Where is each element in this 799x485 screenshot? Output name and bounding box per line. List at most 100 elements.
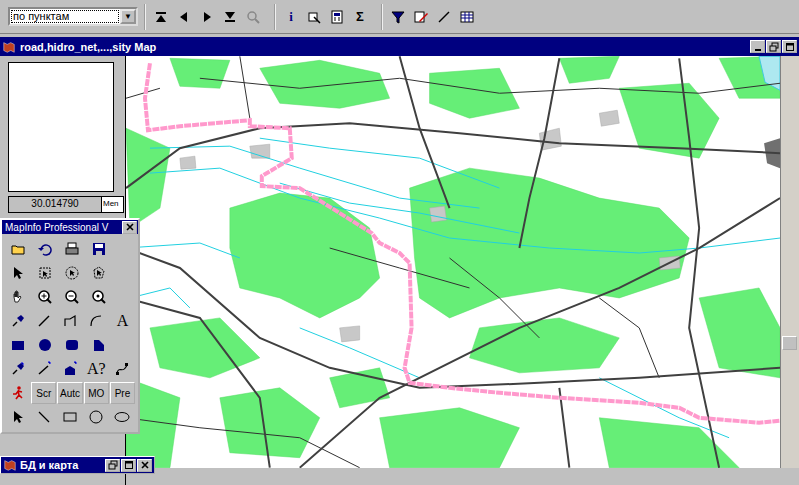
boundary-select-button[interactable]: [86, 262, 112, 284]
zoom-out-button[interactable]: [59, 286, 85, 308]
scr-button[interactable]: Scr: [31, 382, 56, 404]
change-view-button[interactable]: [86, 286, 112, 308]
next-record-icon: [199, 9, 215, 25]
symbol-query-icon: [10, 361, 26, 377]
select-button[interactable]: [5, 262, 31, 284]
tools-group: iΣ: [274, 4, 375, 30]
table-icon: [459, 9, 475, 25]
palette-title: MapInfo Professional V: [5, 222, 122, 233]
marquee-select-button[interactable]: [32, 262, 58, 284]
polyline-button[interactable]: [57, 310, 82, 332]
grabber-icon: [10, 289, 26, 305]
edit-group: [381, 4, 482, 30]
edit-icon: [413, 9, 429, 25]
pre-button[interactable]: Pre: [110, 382, 135, 404]
navigation-group: [144, 4, 268, 30]
print-icon: [64, 241, 80, 257]
close-icon: [125, 222, 135, 232]
open-icon: [10, 241, 26, 257]
line-query-button[interactable]: [31, 358, 56, 380]
tool-row: A: [5, 310, 135, 332]
undo-button[interactable]: [32, 238, 58, 260]
first-record-button[interactable]: [150, 6, 172, 28]
open-button[interactable]: [5, 238, 31, 260]
boundary-select-icon: [91, 265, 107, 281]
mo-button[interactable]: MO: [84, 382, 109, 404]
maximize-button[interactable]: [782, 40, 797, 53]
dropdown-value[interactable]: по пунктам: [10, 9, 120, 24]
run-button[interactable]: [5, 382, 30, 404]
autc-button[interactable]: Autc: [57, 382, 82, 404]
close-button[interactable]: [137, 459, 152, 472]
radius-select-button[interactable]: [59, 262, 85, 284]
minimize-button[interactable]: [750, 40, 765, 53]
select-button[interactable]: [303, 6, 325, 28]
arc-icon: [88, 313, 104, 329]
draw-line-button[interactable]: [31, 406, 56, 428]
calculator-button[interactable]: [326, 6, 348, 28]
circle-icon: [37, 337, 53, 353]
polygon-query-button[interactable]: [57, 358, 82, 380]
draw-circle-button[interactable]: [84, 406, 109, 428]
tool-row: ScrAutcMOPre: [5, 382, 135, 404]
window-controls: [105, 459, 152, 472]
maximize-button[interactable]: [121, 459, 136, 472]
minimized-window[interactable]: БД и карта: [0, 456, 155, 474]
table-button[interactable]: [456, 6, 478, 28]
dropdown-arrow[interactable]: ▼: [120, 9, 136, 24]
draw-rectangle-icon: [62, 409, 78, 425]
circle-button[interactable]: [32, 334, 58, 356]
rounded-rectangle-button[interactable]: [59, 334, 85, 356]
marquee-select-icon: [37, 265, 53, 281]
print-button[interactable]: [59, 238, 85, 260]
minimized-window-title: БД и карта: [20, 459, 102, 471]
next-record-button[interactable]: [196, 6, 218, 28]
line-query-icon: [36, 361, 52, 377]
toolbar: по пунктам▼iΣ: [0, 0, 799, 34]
palette-title-bar[interactable]: MapInfo Professional V: [2, 220, 138, 234]
info-button[interactable]: i: [280, 6, 302, 28]
text-tool[interactable]: A: [110, 310, 135, 332]
polygon-icon: [91, 337, 107, 353]
close-button[interactable]: [122, 221, 137, 234]
browse-mode-dropdown[interactable]: по пунктам▼: [8, 7, 138, 26]
grabber-button[interactable]: [5, 286, 31, 308]
map-window-title: road,hidro_net,...,sity Map: [20, 41, 746, 53]
restore-button[interactable]: [105, 459, 120, 472]
line-button[interactable]: [433, 6, 455, 28]
previous-record-icon: [176, 9, 192, 25]
symbol-query-button[interactable]: [5, 358, 30, 380]
arc-button[interactable]: [84, 310, 109, 332]
find-icon: [245, 9, 261, 25]
find-button[interactable]: [242, 6, 264, 28]
last-record-button[interactable]: [219, 6, 241, 28]
vertical-scrollbar[interactable]: [780, 56, 799, 468]
draw-select-button[interactable]: [5, 406, 30, 428]
polygon-button[interactable]: [86, 334, 112, 356]
reshape-icon: [114, 361, 130, 377]
mapinfo-icon: [2, 40, 16, 54]
map-title-bar[interactable]: road,hidro_net,...,sity Map: [0, 37, 799, 56]
line-button[interactable]: [31, 310, 56, 332]
maximize-icon: [124, 460, 134, 470]
sum-button[interactable]: Σ: [349, 6, 371, 28]
reshape-button[interactable]: [110, 358, 135, 380]
polygon-query-icon: [62, 361, 78, 377]
draw-rectangle-button[interactable]: [57, 406, 82, 428]
symbol-button[interactable]: [5, 310, 30, 332]
menu-tab[interactable]: Men: [102, 196, 124, 213]
draw-ellipse-button[interactable]: [110, 406, 135, 428]
filter-button[interactable]: [387, 6, 409, 28]
restore-button[interactable]: [766, 40, 781, 53]
zoom-in-button[interactable]: [32, 286, 58, 308]
previous-record-button[interactable]: [173, 6, 195, 28]
edit-button[interactable]: [410, 6, 432, 28]
calculator-icon: [329, 9, 345, 25]
label-tool[interactable]: A?: [84, 358, 109, 380]
scroll-thumb[interactable]: [782, 336, 797, 350]
rectangle-button[interactable]: [5, 334, 31, 356]
close-icon: [140, 460, 150, 470]
last-record-icon: [222, 9, 238, 25]
map-canvas[interactable]: [126, 56, 780, 468]
save-button[interactable]: [86, 238, 112, 260]
